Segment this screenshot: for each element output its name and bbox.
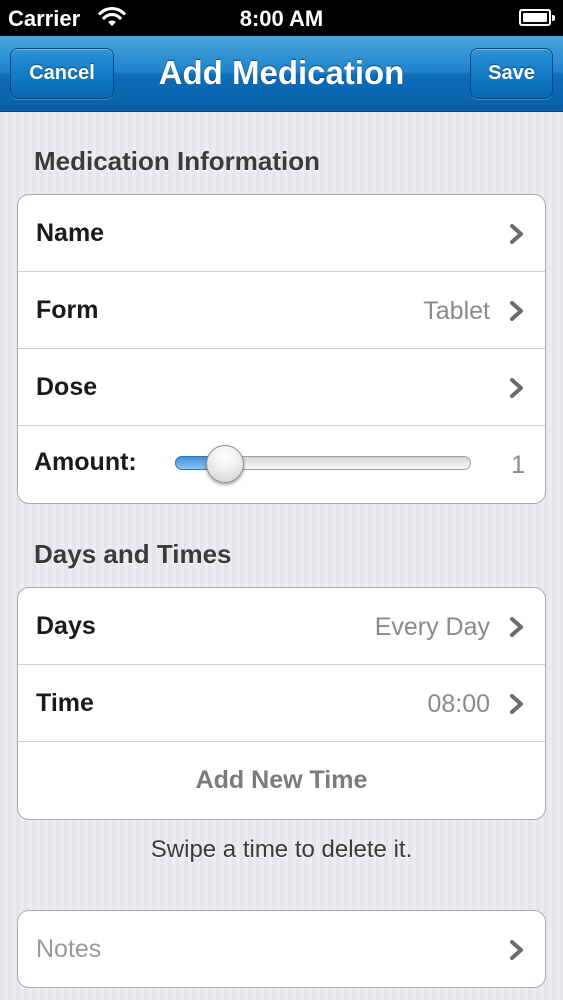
days-label: Days [36, 612, 96, 640]
chevron-right-icon [510, 301, 523, 321]
time-row[interactable]: Time 08:00 [18, 665, 545, 742]
amount-row: Amount: 1 [18, 426, 545, 503]
medication-info-group: Name Form Tablet Dose Amount: 1 [17, 194, 546, 504]
form-row[interactable]: Form Tablet [18, 272, 545, 349]
amount-label: Amount: [34, 448, 137, 476]
name-label: Name [36, 219, 105, 247]
swipe-hint: Swipe a time to delete it. [150, 836, 413, 863]
days-times-group: Days Every Day Time 08:00 Add New Time [17, 587, 546, 820]
slider-thumb[interactable] [206, 445, 245, 483]
notes-placeholder: Notes [36, 935, 102, 963]
battery-icon [519, 9, 555, 26]
navigation-bar: Cancel Add Medication Save [0, 36, 563, 112]
section-header-days-and-times: Days and Times [34, 539, 232, 569]
section-header-medication-information: Medication Information [34, 146, 320, 176]
notes-row[interactable]: Notes [18, 911, 545, 987]
dose-row[interactable]: Dose [18, 349, 545, 426]
amount-slider[interactable] [175, 445, 471, 483]
time-label: Time [36, 689, 94, 717]
form-value: Tablet [423, 297, 490, 325]
chevron-right-icon [510, 378, 523, 398]
amount-value: 1 [511, 451, 525, 479]
days-value: Every Day [374, 613, 490, 641]
chevron-right-icon [510, 694, 523, 714]
status-time: 8:00 AM [239, 6, 324, 31]
save-button[interactable]: Save [470, 48, 553, 99]
time-value: 08:00 [427, 690, 490, 718]
chevron-right-icon [510, 617, 523, 637]
dose-label: Dose [36, 373, 98, 401]
form-label: Form [36, 296, 99, 324]
chevron-right-icon [510, 940, 523, 960]
notes-group: Notes [17, 910, 546, 988]
add-new-time-label: Add New Time [195, 766, 368, 794]
name-row[interactable]: Name [18, 195, 545, 272]
status-bar: Carrier 8:00 AM [0, 0, 563, 36]
chevron-right-icon [510, 224, 523, 244]
days-row[interactable]: Days Every Day [18, 588, 545, 665]
add-new-time-button[interactable]: Add New Time [18, 742, 545, 819]
